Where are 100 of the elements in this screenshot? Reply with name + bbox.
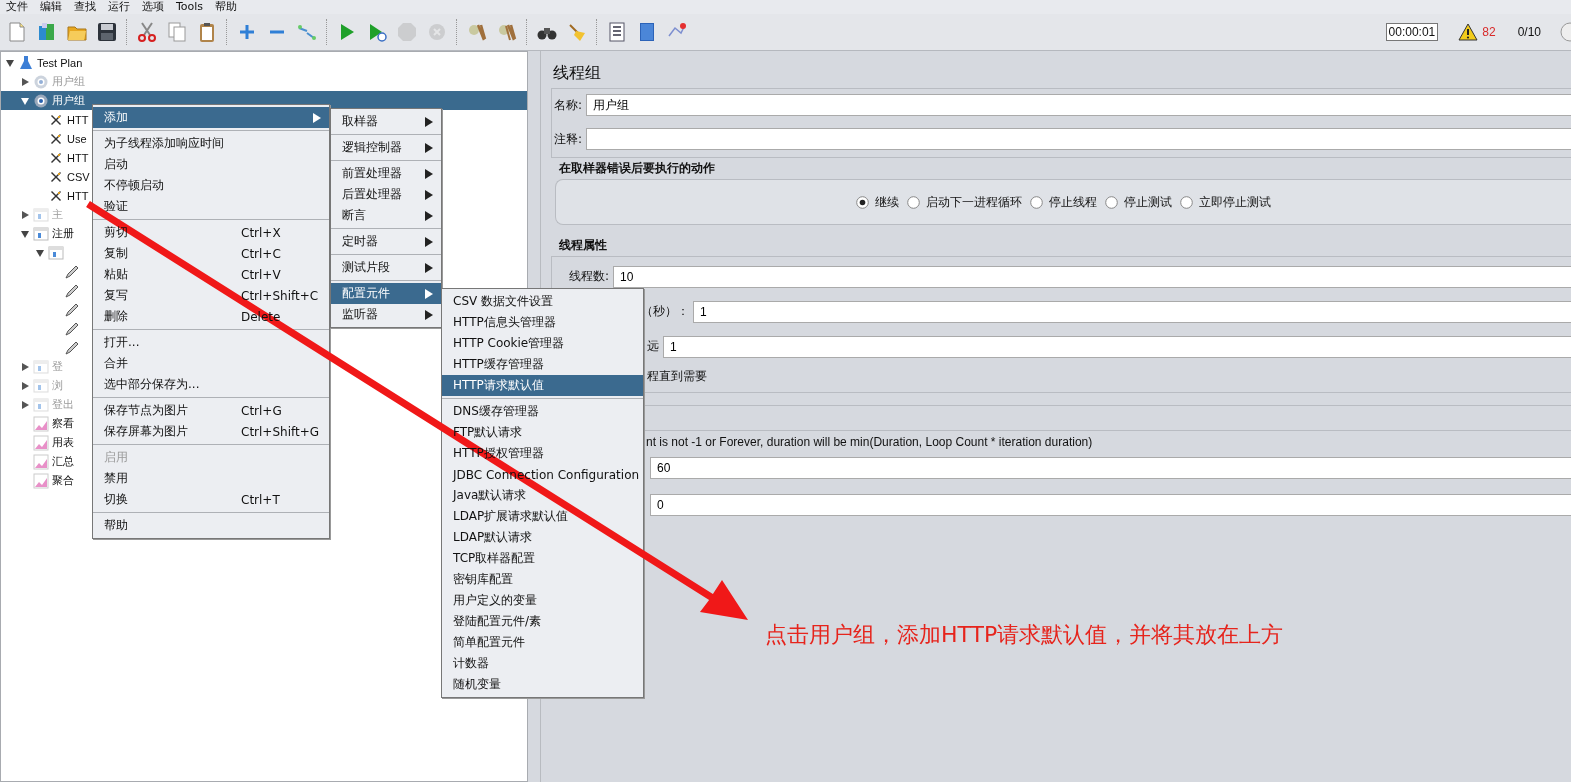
tree-item[interactable]: 察看: [20, 414, 74, 433]
menu-item[interactable]: HTTP Cookie管理器: [442, 333, 643, 354]
radio-icon[interactable]: [1030, 195, 1043, 209]
tree-item[interactable]: Test Plan: [5, 53, 83, 72]
tree-item[interactable]: [35, 243, 64, 262]
radio-icon[interactable]: [907, 195, 920, 209]
menu-bar-item[interactable]: 编辑: [40, 0, 62, 14]
tree-item[interactable]: Use: [35, 129, 87, 148]
menu-item[interactable]: 逻辑控制器: [331, 137, 441, 158]
menu-bar-item[interactable]: 查找: [74, 0, 96, 14]
menu-item[interactable]: 保存节点为图片 Ctrl+G: [93, 400, 329, 421]
expand-toggle-icon[interactable]: [5, 57, 15, 68]
menu-item[interactable]: 随机变量: [442, 674, 643, 695]
menu-item[interactable]: 简单配置元件: [442, 632, 643, 653]
list-icon[interactable]: [606, 21, 628, 43]
radio-option[interactable]: 停止测试: [1105, 193, 1172, 211]
menu-item[interactable]: 计数器: [442, 653, 643, 674]
name-field[interactable]: 用户组: [586, 94, 1571, 116]
tree-item[interactable]: HTT: [35, 148, 89, 167]
number-field[interactable]: 0: [650, 493, 1571, 516]
comment-field[interactable]: [586, 128, 1571, 150]
checkbox-label[interactable]: 程直到需要: [647, 368, 1571, 386]
menu-item[interactable]: LDAP扩展请求默认值: [442, 506, 643, 527]
chart-icon: [33, 415, 49, 432]
menu-item[interactable]: TCP取样器配置: [442, 548, 643, 569]
expand-toggle-icon[interactable]: [20, 95, 30, 106]
menu-item[interactable]: CSV 数据文件设置: [442, 291, 643, 312]
radio-option[interactable]: 停止线程: [1030, 193, 1097, 211]
menu-item[interactable]: 前置处理器: [331, 163, 441, 184]
tree-item[interactable]: 注册: [20, 224, 74, 243]
menu-item[interactable]: 打开...: [93, 332, 329, 353]
scissors-icon[interactable]: [136, 21, 158, 43]
expand-toggle-icon[interactable]: [20, 228, 30, 239]
menu-item[interactable]: 监听器: [331, 304, 441, 325]
menu-bar-item[interactable]: 选项: [142, 0, 164, 14]
menu-item[interactable]: HTTP缓存管理器: [442, 354, 643, 375]
menu-item[interactable]: DNS缓存管理器: [442, 401, 643, 422]
menu-item[interactable]: HTTP请求默认值: [442, 375, 643, 396]
menu-item[interactable]: Java默认请求: [442, 485, 643, 506]
number-field[interactable]: 10: [613, 265, 1571, 288]
radio-option[interactable]: 继续: [856, 193, 899, 211]
tree-item[interactable]: CSV: [35, 167, 90, 186]
menu-item[interactable]: 启动: [93, 154, 329, 175]
menu-item[interactable]: 定时器: [331, 231, 441, 252]
number-field[interactable]: 1: [693, 300, 1571, 323]
menu-bar-item[interactable]: 运行: [108, 0, 130, 14]
menu-item[interactable]: 用户定义的变量: [442, 590, 643, 611]
menu-item[interactable]: 粘贴 Ctrl+V: [93, 264, 329, 285]
radio-icon[interactable]: [856, 195, 869, 209]
expand-toggle-icon[interactable]: [35, 247, 45, 258]
menu-item[interactable]: 禁用: [93, 468, 329, 489]
broom-icon[interactable]: [566, 21, 588, 43]
menu-item[interactable]: HTTP信息头管理器: [442, 312, 643, 333]
tree-item[interactable]: HTT: [35, 110, 89, 129]
menu-item[interactable]: 保存屏幕为图片 Ctrl+Shift+G: [93, 421, 329, 442]
menu-item-label: 选中部分保存为...: [104, 376, 201, 393]
menu-item[interactable]: 为子线程添加响应时间: [93, 133, 329, 154]
menu-item[interactable]: 密钥库配置: [442, 569, 643, 590]
menu-item[interactable]: 配置元件: [331, 283, 441, 304]
menu-item[interactable]: 后置处理器: [331, 184, 441, 205]
tree-item-label: HTT: [67, 151, 89, 164]
tree-item[interactable]: 聚合: [20, 471, 74, 490]
menu-item[interactable]: 添加: [93, 107, 329, 128]
menu-item[interactable]: 不停顿启动: [93, 175, 329, 196]
number-field[interactable]: 1: [663, 335, 1571, 358]
warning-icon[interactable]: [1458, 23, 1479, 41]
tree-item-label: Test Plan: [37, 56, 83, 69]
radio-option[interactable]: 启动下一进程循环: [907, 193, 1022, 211]
menu-item[interactable]: 帮助: [93, 515, 329, 536]
menu-item[interactable]: 测试片段: [331, 257, 441, 278]
tree-item[interactable]: 用表: [20, 433, 74, 452]
menu-item-label: 启用: [104, 449, 129, 466]
save-icon[interactable]: [96, 21, 118, 43]
tree-item-label: 用户组: [52, 93, 85, 108]
number-field[interactable]: 60: [650, 456, 1571, 479]
tree-item[interactable]: 用户组: [20, 91, 85, 110]
gear-icon: [33, 92, 49, 109]
menu-item[interactable]: 选中部分保存为...: [93, 374, 329, 395]
menu-item[interactable]: 登陆配置元件/素: [442, 611, 643, 632]
annotation-text: 点击用户组，添加HTTP请求默认值，并将其放在上方: [765, 621, 1284, 649]
menu-item[interactable]: 合并: [93, 353, 329, 374]
tree-item[interactable]: HTT: [35, 186, 89, 205]
menu-item[interactable]: LDAP默认请求: [442, 527, 643, 548]
tree-item[interactable]: 汇总: [20, 452, 74, 471]
menu-item[interactable]: 复制 Ctrl+C: [93, 243, 329, 264]
menu-item[interactable]: 复写 Ctrl+Shift+C: [93, 285, 329, 306]
radio-icon[interactable]: [1180, 195, 1193, 209]
shortcut-label: Ctrl+Shift+G: [241, 424, 321, 439]
menu-bar-item[interactable]: 文件: [6, 0, 28, 14]
radio-option[interactable]: 立即停止测试: [1180, 193, 1271, 211]
radio-icon[interactable]: [1105, 195, 1118, 209]
menu-item[interactable]: 断言: [331, 205, 441, 226]
menu-item[interactable]: 剪切 Ctrl+X: [93, 222, 329, 243]
menu-item[interactable]: 切换 Ctrl+T: [93, 489, 329, 510]
menu-item-label: 复写: [104, 287, 129, 304]
menu-item[interactable]: FTP默认请求: [442, 422, 643, 443]
menu-bar-item[interactable]: 帮助: [215, 0, 238, 14]
menu-item[interactable]: 验证: [93, 196, 329, 217]
menu-item[interactable]: 取样器: [331, 111, 441, 132]
menu-bar-item[interactable]: Tools: [176, 0, 204, 14]
